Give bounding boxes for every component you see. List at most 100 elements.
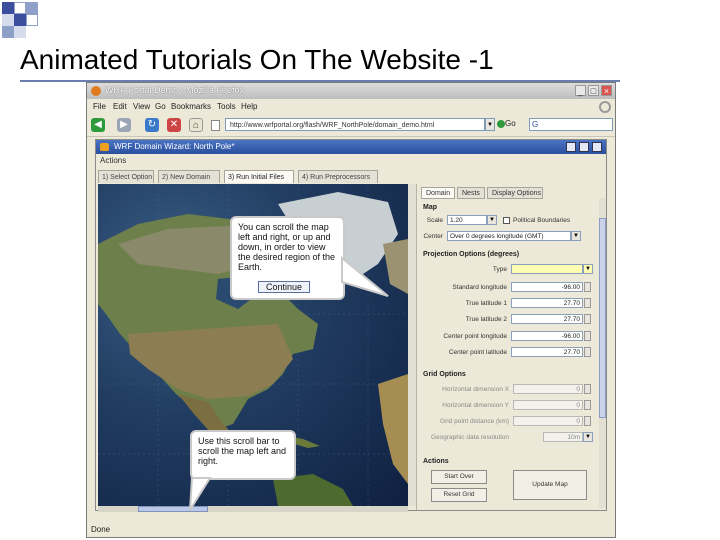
center-point-latitude-input[interactable]: 27.70 [511, 347, 583, 357]
wizard-titlebar: WRF Domain Wizard: North Pole* [96, 140, 606, 154]
status-text: Done [91, 525, 111, 534]
center-point-longitude-input[interactable]: -96.00 [511, 331, 583, 341]
firefox-icon [91, 86, 101, 96]
actions-section-title: Actions [423, 458, 449, 465]
geographic-resolution-dropdown-icon[interactable]: ▼ [583, 432, 593, 442]
center-point-longitude-label: Center point longitude [443, 333, 507, 340]
standard-longitude-spinner[interactable] [584, 282, 591, 292]
standard-longitude-label: Standard longitude [452, 284, 507, 291]
menu-go[interactable]: Go [155, 102, 166, 111]
update-map-button[interactable]: Update Map [513, 470, 587, 500]
tab-domain[interactable]: Domain [421, 187, 455, 199]
map-scroll-callout-text: You can scroll the map left and right, o… [238, 222, 336, 272]
wizard-minimize-icon[interactable] [566, 142, 576, 152]
reset-grid-button[interactable]: Reset Grid [431, 488, 487, 502]
browser-window-title: WRF Portal Demo - Mozilla Firefox [105, 85, 245, 95]
geographic-resolution-select[interactable]: 10m [543, 432, 583, 442]
grid-point-distance-spinner[interactable] [584, 416, 591, 426]
center-select[interactable]: Over 0 degrees longitude (GMT) [447, 231, 571, 241]
center-point-latitude-spinner[interactable] [584, 347, 591, 357]
center-dropdown-icon[interactable]: ▼ [571, 231, 581, 241]
horizontal-dimension-x-spinner[interactable] [584, 384, 591, 394]
forward-icon[interactable]: ▶ [117, 118, 131, 132]
tab-select-option[interactable]: 1) Select Option [98, 170, 154, 183]
reload-icon[interactable]: ↻ [145, 118, 159, 132]
go-button[interactable]: Go [505, 119, 516, 128]
continue-button[interactable]: Continue [258, 281, 310, 293]
java-icon [100, 143, 109, 151]
throbber-icon [599, 101, 611, 113]
wizard-maximize-icon[interactable] [579, 142, 589, 152]
decor-square [14, 26, 26, 38]
panel-scroll-thumb[interactable] [599, 218, 606, 418]
tab-new-domain[interactable]: 2) New Domain [158, 170, 220, 183]
decor-square [14, 2, 26, 14]
tab-run-preprocessors[interactable]: 4) Run Preprocessors [298, 170, 378, 183]
scale-select[interactable]: 1.20 [447, 215, 487, 225]
home-icon[interactable]: ⌂ [189, 118, 203, 132]
actions-menu[interactable]: Actions [100, 156, 126, 165]
address-bar[interactable]: http://www.wrfportal.org/flash/WRF_North… [225, 118, 485, 131]
scrollbar-callout: Use this scroll bar to scroll the map le… [190, 430, 296, 480]
scale-dropdown-icon[interactable]: ▼ [487, 215, 497, 225]
scrollbar-callout-text: Use this scroll bar to scroll the map le… [198, 436, 287, 466]
political-boundaries-label: Political Boundaries [513, 217, 571, 224]
projection-type-dropdown-icon[interactable]: ▼ [583, 264, 593, 274]
close-icon[interactable]: × [601, 85, 612, 96]
standard-longitude-input[interactable]: -96.00 [511, 282, 583, 292]
stop-icon[interactable]: ✕ [167, 118, 181, 132]
true-latitude-2-label: True latitude 2 [465, 316, 507, 323]
browser-statusbar: Done [87, 524, 615, 537]
menu-view[interactable]: View [133, 102, 150, 111]
true-latitude-1-input[interactable]: 27.70 [511, 298, 583, 308]
map-scroll-callout-pointer [341, 256, 389, 297]
menu-bookmarks[interactable]: Bookmarks [171, 102, 211, 111]
tab-nests[interactable]: Nests [457, 187, 485, 199]
menu-edit[interactable]: Edit [113, 102, 127, 111]
decor-square [26, 14, 38, 26]
decor-square [2, 2, 14, 14]
map-section-title: Map [423, 204, 437, 211]
horizontal-dimension-y-input[interactable]: 0 [513, 400, 583, 410]
decor-square [2, 26, 14, 38]
horizontal-dimension-y-spinner[interactable] [584, 400, 591, 410]
browser-menubar: File Edit View Go Bookmarks Tools Help [87, 100, 615, 114]
search-input[interactable]: G [529, 118, 613, 131]
decor-square [14, 14, 26, 26]
domain-panel: Domain Nests Display Options Map Scale 1… [416, 184, 606, 510]
true-latitude-2-spinner[interactable] [584, 314, 591, 324]
true-latitude-1-label: True latitude 1 [465, 300, 507, 307]
horizontal-dimension-x-label: Horizontal dimension X [442, 386, 509, 393]
center-point-latitude-label: Center point latitude [448, 349, 507, 356]
page-icon [211, 120, 220, 131]
maximize-icon[interactable]: □ [588, 85, 599, 96]
tab-display-options[interactable]: Display Options [487, 187, 543, 199]
browser-titlebar: WRF Portal Demo - Mozilla Firefox _ □ × [87, 83, 615, 99]
horizontal-dimension-x-input[interactable]: 0 [513, 384, 583, 394]
projection-type-select[interactable] [511, 264, 583, 274]
africa-landmass [378, 374, 408, 484]
grid-point-distance-input[interactable]: 0 [513, 416, 583, 426]
go-icon[interactable] [497, 120, 505, 128]
menu-tools[interactable]: Tools [217, 102, 236, 111]
political-boundaries-checkbox[interactable] [503, 217, 510, 224]
wizard-close-icon[interactable] [592, 142, 602, 152]
navigation-toolbar: ◀ ▶ ↻ ✕ ⌂ http://www.wrfportal.org/flash… [87, 114, 615, 137]
true-latitude-1-spinner[interactable] [584, 298, 591, 308]
tab-run-initial-files[interactable]: 3) Run Initial Files [224, 170, 294, 183]
map-vertical-scrollbar[interactable] [408, 184, 416, 506]
projection-type-label: Type [492, 266, 507, 273]
start-over-button[interactable]: Start Over [431, 470, 487, 484]
menu-help[interactable]: Help [241, 102, 257, 111]
projection-section-title: Projection Options (degrees) [423, 251, 520, 258]
wizard-window-title: WRF Domain Wizard: North Pole* [114, 142, 235, 151]
true-latitude-2-input[interactable]: 27.70 [511, 314, 583, 324]
center-point-longitude-spinner[interactable] [584, 331, 591, 341]
minimize-icon[interactable]: _ [575, 85, 586, 96]
map-horizontal-scrollbar[interactable] [98, 506, 408, 512]
geographic-resolution-label: Geographic data resolution [430, 434, 509, 441]
dropdown-arrow-icon[interactable]: ▼ [485, 118, 495, 131]
back-icon[interactable]: ◀ [91, 118, 105, 132]
panel-scrollbar[interactable] [599, 198, 606, 508]
menu-file[interactable]: File [93, 102, 106, 111]
